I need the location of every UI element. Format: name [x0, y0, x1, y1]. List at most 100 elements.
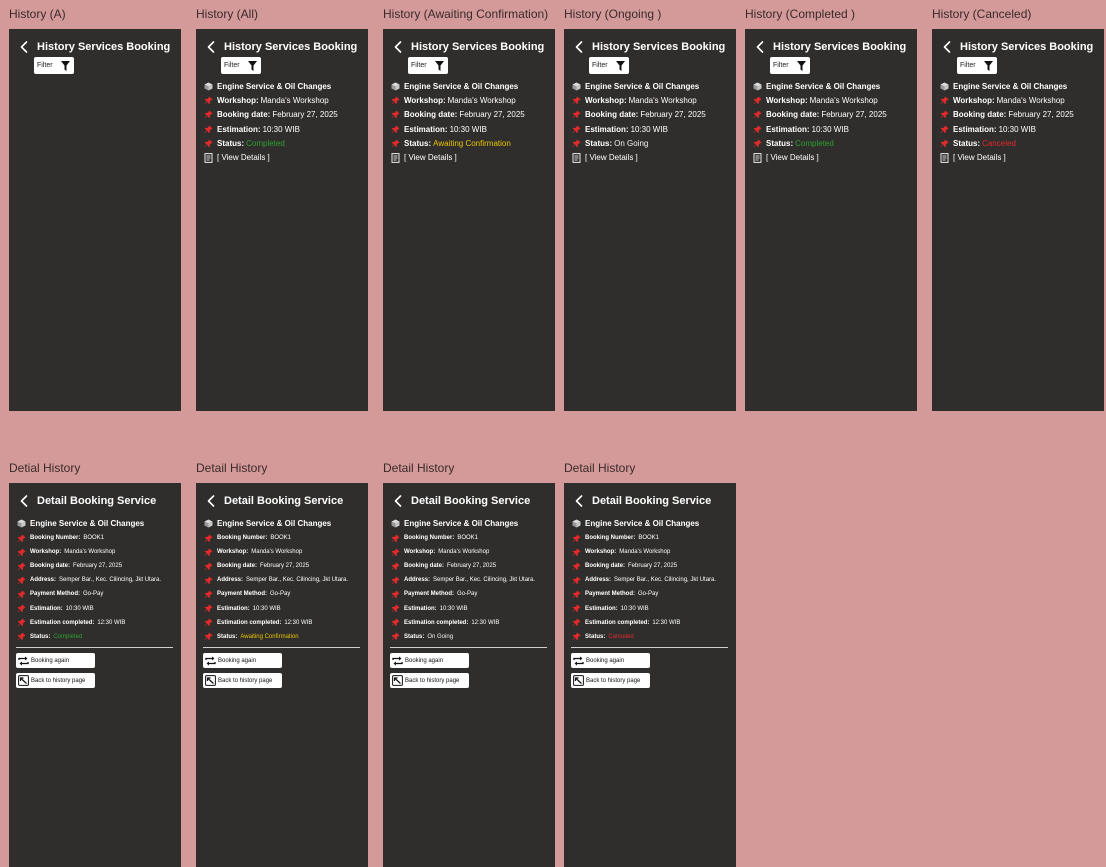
pushpin-icon [203, 124, 213, 134]
filter-button[interactable]: Filter [221, 57, 261, 74]
detail-field-row: Booking date: February 27, 2025 [390, 559, 535, 573]
chevron-left-icon[interactable] [392, 39, 404, 55]
pushpin-icon [571, 124, 581, 134]
field-label: Booking date: [217, 110, 271, 120]
filter-button[interactable]: Filter [957, 57, 997, 74]
package-icon [939, 81, 949, 91]
chevron-left-icon[interactable] [573, 39, 585, 55]
status-label: Status: [404, 138, 432, 148]
detail-field-row: Address: Semper Bar., Kec. Cilincing, Jkt… [203, 573, 348, 587]
booking-date-row: Booking date: February 27, 2025 [390, 108, 525, 122]
status-row: Status: Completed [752, 136, 887, 150]
back-to-history-label: Back to history page [586, 677, 641, 684]
field-value: Go-Pay [457, 591, 478, 598]
divider [571, 647, 728, 648]
field-label: Booking Number: [404, 535, 455, 542]
field-label: Estimation completed: [30, 619, 95, 626]
field-value: Manda's Workshop [628, 95, 697, 105]
funnel-icon [61, 60, 70, 71]
view-details-link[interactable]: [ View Details ] [571, 150, 706, 164]
view-details-link[interactable]: [ View Details ] [203, 150, 338, 164]
service-row: Engine Service & Oil Changes [203, 79, 338, 93]
detail-field-row: Workshop: Manda's Workshop [390, 545, 535, 559]
detail-screen: Detail Booking Service Engine Service & O… [9, 483, 181, 867]
detail-field-row: Booking Number: BOOK1 [390, 531, 535, 545]
booking-again-button[interactable]: Booking again [16, 653, 95, 668]
workshop-row: Workshop: Manda's Workshop [752, 93, 887, 107]
package-icon [390, 81, 400, 91]
status-label: Status: [404, 633, 425, 640]
history-screen: History Services Booking Filter Engine Ser… [564, 29, 736, 411]
view-details-link[interactable]: [ View Details ] [390, 150, 525, 164]
back-to-history-button[interactable]: Back to history page [203, 673, 282, 688]
detail-screen: Detail Booking Service Engine Service & O… [196, 483, 368, 867]
frame-label: History (Ongoing ) [564, 7, 662, 21]
page-title: Detail Booking Service [37, 495, 157, 507]
field-value: Semper Bar., Kec. Cilincing, Jkt Utara. [246, 577, 349, 584]
frame-label: History (Canceled) [932, 7, 1032, 21]
history-screen: History Services Booking Filter [9, 29, 181, 411]
chevron-left-icon[interactable] [392, 493, 404, 509]
detail-field-row: Booking Number: BOOK1 [16, 531, 161, 545]
chevron-left-icon[interactable] [754, 39, 766, 55]
field-value: 10:30 WIB [262, 124, 300, 134]
booking-again-button[interactable]: Booking again [203, 653, 282, 668]
booking-again-button[interactable]: Booking again [571, 653, 650, 668]
pushpin-icon [752, 95, 762, 105]
detail-field-row: Estimation: 10:30 WIB [390, 601, 535, 615]
page-title: Detail Booking Service [592, 495, 712, 507]
filter-button[interactable]: Filter [770, 57, 810, 74]
booking-again-label: Booking again [218, 657, 257, 664]
pushpin-icon [571, 561, 581, 571]
detail-field-row: Payment Method: Go-Pay [571, 587, 716, 601]
filter-button[interactable]: Filter [589, 57, 629, 74]
pushpin-icon [390, 575, 400, 585]
back-to-history-button[interactable]: Back to history page [571, 673, 650, 688]
pushpin-icon [571, 533, 581, 543]
filter-label: Filter [592, 62, 608, 69]
status-label: Status: [217, 138, 245, 148]
booking-again-button[interactable]: Booking again [390, 653, 469, 668]
back-to-history-label: Back to history page [405, 677, 460, 684]
history-icon [18, 675, 29, 686]
field-label: Payment Method: [404, 591, 455, 598]
frame-label: Detail History [564, 461, 636, 475]
chevron-left-icon[interactable] [941, 39, 953, 55]
document-icon [939, 152, 949, 163]
chevron-left-icon[interactable] [205, 39, 217, 55]
history-icon [573, 675, 584, 686]
status-label: Status: [953, 138, 981, 148]
pushpin-icon [16, 533, 26, 543]
chevron-left-icon[interactable] [18, 39, 30, 55]
back-to-history-button[interactable]: Back to history page [16, 673, 95, 688]
header: Detail Booking Service [205, 493, 343, 509]
chevron-left-icon[interactable] [18, 493, 30, 509]
field-value: 12:30 WIB [284, 619, 313, 626]
detail-field-row: Estimation completed: 12:30 WIB [571, 616, 716, 630]
chevron-left-icon[interactable] [573, 493, 585, 509]
field-label: Booking date: [217, 563, 257, 570]
field-label: Booking date: [404, 110, 458, 120]
chevron-left-icon[interactable] [205, 493, 217, 509]
estimation-row: Estimation: 10:30 WIB [571, 122, 706, 136]
filter-button[interactable]: Filter [34, 57, 74, 74]
detail-field-row: Estimation: 10:30 WIB [571, 601, 716, 615]
back-to-history-button[interactable]: Back to history page [390, 673, 469, 688]
field-value: February 27, 2025 [73, 563, 123, 570]
pushpin-icon [390, 604, 400, 614]
status-row: Status: Awaiting Confirmation [390, 136, 525, 150]
funnel-icon [797, 60, 806, 71]
view-details-link[interactable]: [ View Details ] [752, 150, 887, 164]
pushpin-icon [16, 589, 26, 599]
field-value: February 27, 2025 [1008, 110, 1074, 120]
header: History Services Booking [941, 39, 1093, 55]
filter-label: Filter [224, 62, 240, 69]
view-details-link[interactable]: [ View Details ] [939, 150, 1074, 164]
filter-button[interactable]: Filter [408, 57, 448, 74]
status-label: Status: [30, 633, 51, 640]
pushpin-icon [16, 632, 26, 642]
back-to-history-label: Back to history page [31, 677, 86, 684]
service-row: Engine Service & Oil Changes [939, 79, 1074, 93]
estimation-row: Estimation: 10:30 WIB [752, 122, 887, 136]
field-value: Semper Bar., Kec. Cilincing, Jkt Utara. [614, 577, 717, 584]
